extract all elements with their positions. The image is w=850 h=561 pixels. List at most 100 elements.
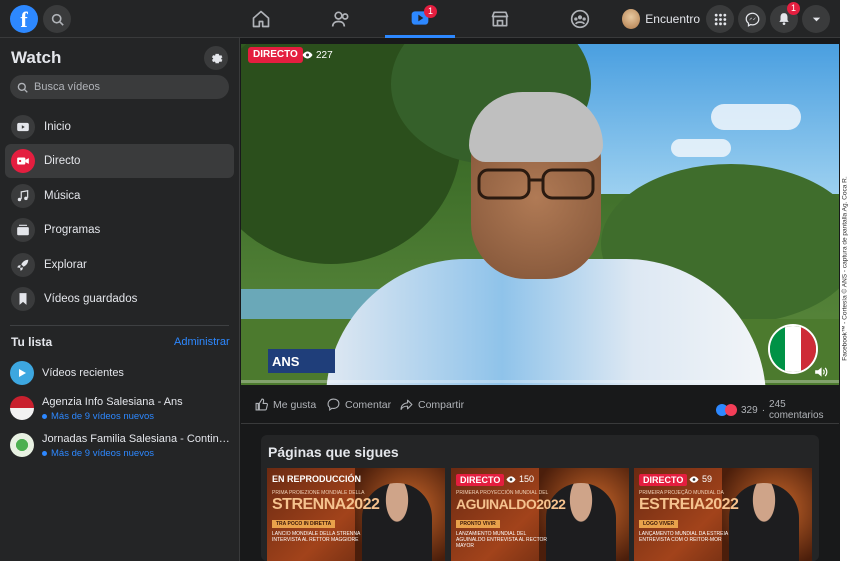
bell-icon <box>779 13 789 26</box>
thumbnail-title: STRENNA2022 <box>272 496 380 513</box>
comment-icon <box>327 398 340 411</box>
like-button[interactable]: Me gusta <box>255 398 316 411</box>
thumbnail-tag: LOGO VIVER <box>639 520 679 528</box>
search-videos-input[interactable] <box>34 81 214 93</box>
thumbnail-description: LANÇAMENTO MUNDIAL DA ESTREIA ENTREVISTA… <box>639 531 728 543</box>
thumbnail-person <box>362 483 432 561</box>
groups-icon <box>570 9 590 29</box>
comment-button[interactable]: Comentar <box>327 398 391 411</box>
messenger-button[interactable] <box>738 5 766 33</box>
video-thumbnail[interactable]: DIRECTO 150 PRIMERA PROYECCIÓN MUNDIAL D… <box>451 468 629 561</box>
profile-name: Encuentro <box>645 12 700 26</box>
live-video-player[interactable]: DIRECTO 227 ANS <box>241 44 839 385</box>
friends-icon <box>331 11 349 27</box>
video-thumbnail[interactable]: EN REPRODUCCIÓN PRIMA PROIEZIONE MONDIAL… <box>267 468 445 561</box>
new-videos-indicator: Más de 9 vídeos nuevos <box>42 448 232 459</box>
love-reaction-icon <box>725 404 737 416</box>
list-item[interactable]: Jornadas Familia Salesiana - Continen… M… <box>10 433 235 459</box>
manage-list-link[interactable]: Administrar <box>174 336 230 348</box>
video-cloud <box>711 104 801 130</box>
video-thumbnail[interactable]: DIRECTO 59 PRIMEIRA PROJEÇÃO MUNDIAL DA … <box>634 468 812 561</box>
video-action-bar: Me gusta Comentar Compartir 329 · 245 co… <box>241 390 839 424</box>
watch-sidebar: Watch Inicio Directo Música Programas Ex <box>0 38 240 561</box>
notifications-badge: 1 <box>787 2 800 15</box>
music-icon <box>11 184 35 208</box>
avatar <box>10 396 34 420</box>
share-icon <box>400 399 413 410</box>
followed-pages-section: Páginas que sigues EN REPRODUCCIÓN PRIMA… <box>261 435 819 561</box>
nav-watch[interactable]: 1 <box>385 0 455 38</box>
video-progress-bar[interactable] <box>241 380 839 383</box>
live-badge: DIRECTO <box>248 47 303 63</box>
eye-icon <box>506 475 516 483</box>
list-item-name: Agenzia Info Salesiana - Ans <box>42 396 183 408</box>
nav-home[interactable] <box>226 0 296 38</box>
reaction-count: 329 <box>741 404 758 416</box>
grid-menu-icon <box>714 13 726 25</box>
top-navigation-bar: f 1 Encuentro 1 <box>0 0 840 38</box>
account-menu-button[interactable] <box>802 5 830 33</box>
new-videos-indicator: Más de 9 vídeos nuevos <box>42 411 232 422</box>
sidebar-item-label: Explorar <box>44 259 87 271</box>
search-icon <box>17 82 28 93</box>
nav-marketplace[interactable] <box>465 0 535 38</box>
eye-icon <box>302 51 313 59</box>
menu-button[interactable] <box>706 5 734 33</box>
thumbnail-title: AGUINALDO2022 <box>456 496 566 512</box>
chevron-down-icon <box>812 17 820 21</box>
comment-count[interactable]: 245 comentarios <box>769 399 839 421</box>
sidebar-item-label: Programas <box>44 224 101 236</box>
list-item[interactable]: Agenzia Info Salesiana - Ans Más de 9 ví… <box>10 396 235 422</box>
sidebar-item-programas[interactable]: Programas <box>5 213 234 247</box>
section-title: Páginas que sigues <box>268 444 399 460</box>
notifications-button[interactable]: 1 <box>770 2 800 33</box>
sidebar-item-inicio[interactable]: Inicio <box>5 110 234 144</box>
live-badge: DIRECTO <box>456 474 505 486</box>
avatar <box>622 9 641 29</box>
thumbnail-title: ESTREIA2022 <box>639 496 739 513</box>
watch-badge: 1 <box>424 5 437 18</box>
thumbnail-description: LANZAMIENTO MUNDIAL DEL AGUINALDO ENTREV… <box>456 531 548 549</box>
photo-credit: Facebook™ - Cortesía © ANS - captura de … <box>841 176 849 361</box>
sidebar-item-musica[interactable]: Música <box>5 179 234 213</box>
viewer-count: 227 <box>302 47 333 63</box>
list-item-name: Vídeos recientes <box>42 367 124 379</box>
video-cloud <box>671 139 731 157</box>
sidebar-item-videos-guardados[interactable]: Vídeos guardados <box>5 282 234 316</box>
home-icon <box>252 10 270 28</box>
live-badge: DIRECTO <box>639 474 688 486</box>
sidebar-item-label: Directo <box>44 155 81 167</box>
glasses-graphic <box>477 168 595 200</box>
sidebar-item-explorar[interactable]: Explorar <box>5 248 234 282</box>
marketplace-icon <box>491 11 509 27</box>
list-item[interactable]: Vídeos recientes <box>10 361 235 385</box>
facebook-logo-icon[interactable]: f <box>10 5 38 33</box>
share-button[interactable]: Compartir <box>400 398 464 411</box>
search-button[interactable] <box>43 5 71 33</box>
volume-icon[interactable] <box>814 366 828 378</box>
divider <box>10 325 229 326</box>
settings-button[interactable] <box>204 46 228 70</box>
your-list-title: Tu lista <box>11 335 53 349</box>
sidebar-item-directo[interactable]: Directo <box>5 144 234 178</box>
italy-flag-icon <box>768 324 818 374</box>
search-videos-field[interactable] <box>10 75 229 99</box>
nav-friends[interactable] <box>306 0 376 38</box>
rocket-icon <box>11 253 35 277</box>
viewer-count: 59 <box>689 474 712 484</box>
sidebar-item-label: Música <box>44 190 81 202</box>
thumbnail-description: LANCIO MONDIALE DELLA STRENNA INTERVISTA… <box>272 531 361 543</box>
thumbnail-tag: PRONTO VIVIR <box>456 520 500 528</box>
thumbnail-person <box>546 483 616 561</box>
thumbs-up-icon <box>255 398 268 411</box>
avatar <box>10 433 34 457</box>
sidebar-item-label: Inicio <box>44 121 71 133</box>
reaction-summary[interactable]: 329 · 245 comentarios <box>716 399 839 421</box>
search-icon <box>51 13 64 26</box>
eye-icon <box>689 475 699 483</box>
nav-groups[interactable] <box>545 0 615 38</box>
gear-icon <box>211 53 223 64</box>
profile-shortcut[interactable]: Encuentro <box>616 6 700 32</box>
recent-videos-icon <box>10 361 34 385</box>
list-item-name: Jornadas Familia Salesiana - Continen… <box>42 433 232 445</box>
